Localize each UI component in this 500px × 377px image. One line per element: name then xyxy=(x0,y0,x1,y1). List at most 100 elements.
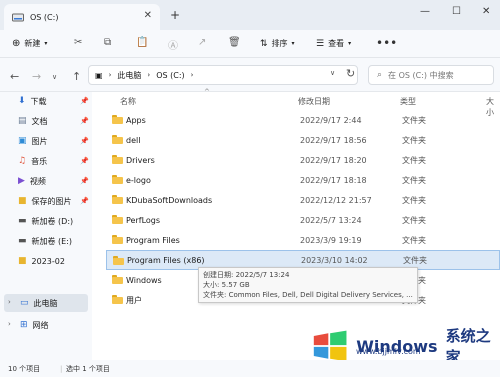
status-item-count: 10 个项目 xyxy=(8,364,41,373)
tooltip-created: 创建日期: 2022/5/7 13:24 xyxy=(203,271,290,279)
table-row[interactable]: Program Files 2023/3/9 19:19 文件夹 xyxy=(106,230,500,250)
download-icon: ⬇ xyxy=(18,96,26,106)
network-icon: ⊞ xyxy=(20,320,28,330)
sidebar-item-documents[interactable]: ▤ 文档 xyxy=(18,114,48,128)
chevron-right-icon: › xyxy=(147,71,151,79)
up-icon[interactable]: ↑ xyxy=(72,70,81,83)
pin-icon: 📌 xyxy=(80,117,89,125)
sidebar-item-label: 新加卷 (E:) xyxy=(31,236,73,246)
sidebar-item-music[interactable]: ♫ 音乐 xyxy=(18,154,47,168)
address-dropdown-icon[interactable]: ∨ xyxy=(330,69,335,77)
sidebar-item-downloads[interactable]: ⬇ 下载 xyxy=(18,94,47,108)
table-row[interactable]: PerfLogs 2022/5/7 13:24 文件夹 xyxy=(106,210,500,230)
chevron-right-icon[interactable]: › xyxy=(8,298,11,306)
copy-icon[interactable]: ⧉ xyxy=(104,37,111,48)
column-header-date[interactable]: 修改日期 xyxy=(298,96,330,107)
close-window-icon[interactable]: ✕ xyxy=(482,6,490,17)
share-icon[interactable]: ↗ xyxy=(198,37,206,48)
sidebar-item-saved-pictures[interactable]: ■ 保存的图片 xyxy=(18,194,72,208)
sidebar-item-label: 音乐 xyxy=(31,156,48,166)
breadcrumb-os-c[interactable]: OS (C:) xyxy=(156,71,184,80)
chevron-right-icon[interactable]: › xyxy=(8,320,11,328)
sidebar-item-label: 2023-02 xyxy=(31,256,65,266)
minimize-icon[interactable]: — xyxy=(420,6,430,17)
forward-icon[interactable]: → xyxy=(32,70,41,83)
sidebar-item-network[interactable]: ⊞ 网络 xyxy=(20,318,49,332)
chevron-down-icon: ▾ xyxy=(291,40,295,47)
paste-icon[interactable]: 📋 xyxy=(136,37,148,48)
view-icon: ☰ xyxy=(316,38,325,49)
more-icon[interactable]: ••• xyxy=(376,36,397,50)
file-name: KDubaSoftDownloads xyxy=(126,195,213,205)
column-header-name[interactable]: 名称 xyxy=(120,96,136,107)
cut-icon[interactable]: ✂ xyxy=(74,37,82,48)
sort-icon: ⇅ xyxy=(260,38,268,49)
table-row[interactable]: e-logo 2022/9/17 18:18 文件夹 xyxy=(106,170,500,190)
new-label: 新建 xyxy=(24,39,41,48)
sidebar-item-this-pc[interactable]: ▭ 此电脑 xyxy=(20,296,58,310)
sidebar-item-label: 此电脑 xyxy=(33,298,58,308)
status-selected-count: 选中 1 个项目 xyxy=(66,364,110,373)
rename-icon[interactable]: Ⓐ xyxy=(168,37,178,52)
search-icon: ⌕ xyxy=(377,70,383,80)
pin-icon: 📌 xyxy=(80,197,89,205)
file-date: 2023/3/10 14:02 xyxy=(301,255,368,265)
tab-os-c[interactable]: OS (C:) ✕ xyxy=(4,4,160,30)
table-row[interactable]: KDubaSoftDownloads 2022/12/12 21:57 文件夹 xyxy=(106,190,500,210)
folder-info-tooltip: 创建日期: 2022/5/7 13:24 大小: 5.57 GB 文件夹: Co… xyxy=(198,267,418,303)
sort-label: 排序 xyxy=(271,39,288,48)
sidebar-item-drive-e[interactable]: ▬ 新加卷 (E:) xyxy=(18,234,72,248)
folder-icon xyxy=(112,155,123,164)
file-date: 2023/3/9 19:19 xyxy=(300,235,362,245)
file-date: 2022/5/7 13:24 xyxy=(300,215,362,225)
windows-logo-icon xyxy=(313,330,347,362)
file-type: 文件夹 xyxy=(402,155,426,165)
computer-icon: ▣ xyxy=(95,70,103,80)
tab-title: OS (C:) xyxy=(30,12,59,22)
new-button[interactable]: ⊕ 新建 ▾ xyxy=(12,38,47,49)
sort-arrow-icon: ^ xyxy=(204,88,210,96)
sidebar-item-label: 视频 xyxy=(29,176,46,186)
pin-icon: 📌 xyxy=(80,177,89,185)
file-name: Apps xyxy=(126,115,146,125)
folder-icon xyxy=(112,135,123,144)
search-placeholder: 在 OS (C:) 中搜索 xyxy=(388,70,454,80)
folder-icon xyxy=(112,115,123,124)
sidebar-item-2023-02[interactable]: ■ 2023-02 xyxy=(18,254,65,268)
pin-icon: 📌 xyxy=(80,137,89,145)
pin-icon: 📌 xyxy=(80,97,89,105)
address-bar[interactable]: ▣ › 此电脑 › OS (C:) › xyxy=(88,65,358,85)
command-bar: ⊕ 新建 ▾ ✂ ⧉ 📋 Ⓐ ↗ 🗑 ⇅ 排序 ▾ ☰ 查看 ▾ ••• xyxy=(0,30,500,58)
delete-icon[interactable]: 🗑 xyxy=(228,37,241,48)
sort-button[interactable]: ⇅ 排序 ▾ xyxy=(260,38,295,49)
search-input[interactable]: ⌕ 在 OS (C:) 中搜索 xyxy=(368,65,494,85)
table-row[interactable]: Apps 2022/9/17 2:44 文件夹 xyxy=(106,110,500,130)
sidebar-item-videos[interactable]: ▶ 视频 xyxy=(18,174,46,188)
file-type: 文件夹 xyxy=(402,135,426,145)
folder-icon xyxy=(112,235,123,244)
table-row[interactable]: dell 2022/9/17 18:56 文件夹 xyxy=(106,130,500,150)
status-bar: 10 个项目 | 选中 1 个项目 xyxy=(0,360,500,377)
view-button[interactable]: ☰ 查看 ▾ xyxy=(316,38,351,49)
table-row[interactable]: Drivers 2022/9/17 18:20 文件夹 xyxy=(106,150,500,170)
folder-icon xyxy=(112,175,123,184)
music-icon: ♫ xyxy=(18,156,27,166)
close-tab-icon[interactable]: ✕ xyxy=(144,10,152,21)
maximize-icon[interactable]: ☐ xyxy=(452,6,461,17)
file-name: 用户 xyxy=(126,295,142,305)
chevron-down-icon[interactable]: ∨ xyxy=(52,73,57,81)
video-icon: ▶ xyxy=(18,176,25,186)
folder-icon: ■ xyxy=(18,196,27,206)
column-header-type[interactable]: 类型 xyxy=(400,96,416,107)
new-tab-icon[interactable]: + xyxy=(170,8,180,22)
refresh-icon[interactable]: ↻ xyxy=(346,67,355,80)
drive-icon: ▬ xyxy=(18,216,27,226)
sidebar-item-label: 图片 xyxy=(31,136,48,146)
breadcrumb-this-pc[interactable]: 此电脑 xyxy=(117,70,141,81)
status-divider: | xyxy=(60,364,63,373)
sidebar-item-pictures[interactable]: ▣ 图片 xyxy=(18,134,48,148)
back-icon[interactable]: ← xyxy=(10,70,19,83)
sidebar-item-drive-d[interactable]: ▬ 新加卷 (D:) xyxy=(18,214,73,228)
sidebar-item-label: 网络 xyxy=(32,320,49,330)
sidebar: ⬇ 下载 📌 ▤ 文档 📌 ▣ 图片 📌 ♫ 音乐 📌 ▶ 视频 📌 ■ 保存的… xyxy=(0,92,92,360)
